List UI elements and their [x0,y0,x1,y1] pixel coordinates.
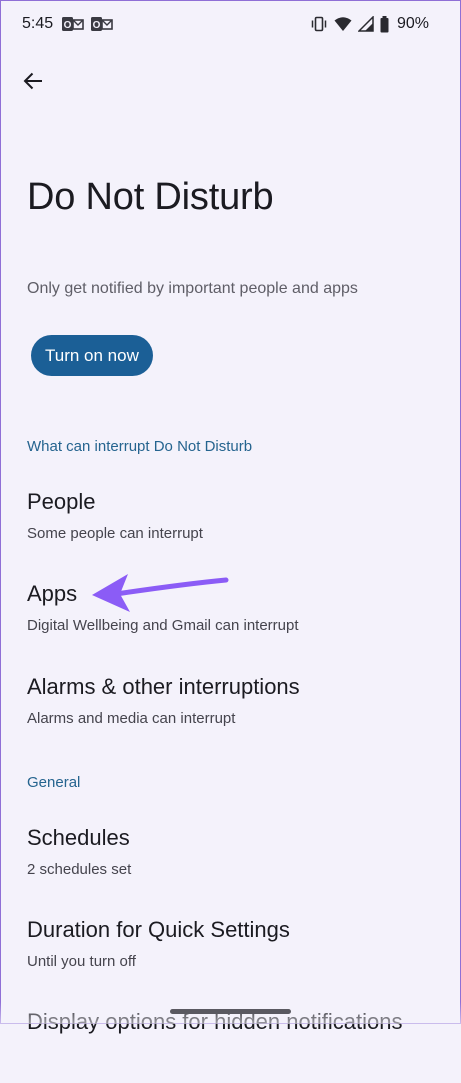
notification-icons: O O [62,16,113,32]
pref-summary: Alarms and media can interrupt [27,710,236,727]
battery-percentage: 90% [396,15,429,32]
page-subtitle: Only get notified by important people an… [27,280,358,297]
wifi-icon [334,16,352,32]
pref-title: Alarms & other interruptions [27,674,300,699]
gesture-navigation-bar[interactable] [170,1009,291,1014]
pref-item-duration-quick-settings[interactable]: Duration for Quick Settings Until you tu… [0,917,461,991]
pref-item-people[interactable]: People Some people can interrupt [0,489,461,563]
pref-title: Duration for Quick Settings [27,917,290,942]
back-button[interactable] [16,66,50,100]
pref-title: People [27,489,96,514]
status-time: 5:45 [22,15,54,32]
signal-icon [357,16,374,32]
annotation-arrow-icon [92,574,229,612]
page-title: Do Not Disturb [27,176,274,218]
pref-title: Apps [27,581,78,606]
svg-text:O: O [64,20,72,31]
section-header-general: General [27,774,81,791]
turn-on-now-button[interactable]: Turn on now [31,335,153,376]
pref-title: Schedules [27,825,130,850]
vibrate-icon [310,16,328,32]
pref-summary: Some people can interrupt [27,525,203,542]
pref-item-alarms[interactable]: Alarms & other interruptions Alarms and … [0,674,461,748]
pref-item-display-hidden-notifications[interactable]: Display options for hidden notifications [0,1009,461,1083]
outlook-icon: O [62,16,84,32]
status-bar: 5:45 O O 90% [0,0,461,50]
pref-summary: 2 schedules set [27,861,132,878]
section-header-what-can-interrupt: What can interrupt Do Not Disturb [27,438,253,455]
pref-summary: Digital Wellbeing and Gmail can interrup… [27,617,299,634]
svg-text:O: O [93,20,101,31]
system-icons: 90% [310,15,429,33]
pref-item-schedules[interactable]: Schedules 2 schedules set [0,825,461,899]
battery-icon [380,15,389,33]
outlook-icon: O [91,16,113,32]
arrow-back-icon [22,70,44,97]
pref-summary: Until you turn off [27,953,136,970]
